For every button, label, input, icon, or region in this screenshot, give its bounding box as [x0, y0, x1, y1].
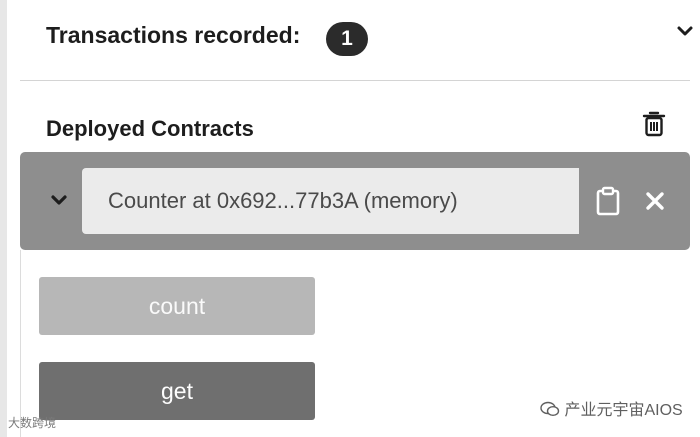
watermark-left-text: 大数跨境 [8, 416, 57, 430]
chevron-down-icon[interactable] [674, 20, 696, 47]
close-icon[interactable] [645, 191, 665, 216]
wechat-icon [540, 401, 564, 419]
clipboard-icon[interactable] [595, 186, 621, 221]
get-button[interactable]: get [39, 362, 315, 420]
transactions-recorded-header[interactable]: Transactions recorded: 1 [20, 0, 693, 81]
watermark-right-text: 产业元宇宙AIOS [564, 402, 683, 419]
watermark-right: 产业元宇宙AIOS [540, 396, 683, 420]
trash-icon[interactable] [642, 110, 666, 143]
transactions-count-badge: 1 [326, 22, 368, 56]
left-panel-edge [0, 0, 7, 437]
contract-address-field[interactable]: Counter at 0x692...77b3A (memory) [82, 168, 579, 234]
deployed-contracts-title: Deployed Contracts [46, 116, 254, 141]
count-button[interactable]: count [39, 277, 315, 335]
transactions-recorded-label: Transactions recorded: [46, 22, 301, 48]
deployed-contract-instance: Counter at 0x692...77b3A (memory) [20, 152, 690, 250]
chevron-down-icon[interactable] [48, 189, 70, 216]
watermark-left: 大数跨境 [8, 414, 56, 431]
